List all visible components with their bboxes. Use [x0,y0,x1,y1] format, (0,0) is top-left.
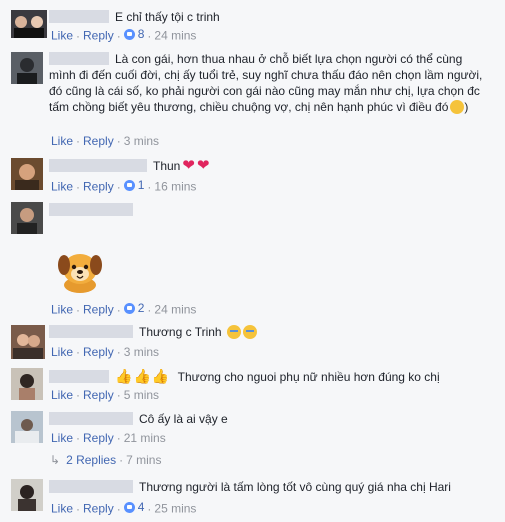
comment-text: Thương người là tấm lòng tốt vô cùng quý… [139,480,451,494]
crying-emoji-icon [242,325,257,339]
comment-actions: Like · Reply · 3 mins [51,134,160,148]
comment-actions: Like · Reply · 3 mins [51,345,160,359]
redacted-author [49,480,133,493]
comment-actions: Like · Reply · 4 · 25 mins [51,499,197,516]
thumbs-up-emoji-icon: 👍 [133,368,151,384]
redacted-author [49,203,133,216]
comment-actions: Like · Reply · 5 mins [51,388,160,402]
redacted-author [49,52,109,65]
redacted-author [49,159,147,172]
like-button[interactable]: Like [51,431,73,445]
replies-link[interactable]: 2 Replies [66,453,116,467]
timestamp[interactable]: 5 mins [124,388,159,402]
comment-body: Thun ❤ ❤ [49,158,489,174]
reply-button[interactable]: Reply [83,303,114,317]
replies-timestamp: 7 mins [126,453,162,467]
comment-text: Cô ấy là ai vậy e [139,412,228,426]
thumbs-up-icon [123,302,135,314]
avatar[interactable] [11,158,43,190]
comment-body [49,202,139,218]
comment-text: Là con gái, hơn thua nhau ở chỗ biết lựa… [49,52,483,114]
crying-emoji-icon [226,325,241,339]
like-count[interactable]: 8 [123,26,144,42]
thumbs-up-emoji-icon: 👍 [151,368,170,384]
dog-sticker [55,243,105,295]
reply-button[interactable]: Reply [83,431,114,445]
avatar[interactable] [11,325,45,359]
avatar[interactable] [11,202,43,234]
timestamp[interactable]: 25 mins [154,502,196,516]
reply-button[interactable]: Reply [83,180,114,194]
redacted-author [49,412,133,425]
reply-button[interactable]: Reply [83,345,114,359]
redacted-author [49,370,109,383]
like-button[interactable]: Like [51,345,73,359]
avatar[interactable] [11,411,43,443]
avatar[interactable] [11,479,43,511]
comment-text: Thương cho nguoi phụ nữ nhiều hơn đúng k… [177,370,440,384]
timestamp[interactable]: 3 mins [124,134,159,148]
timestamp[interactable]: 24 mins [154,303,196,317]
avatar[interactable] [11,52,43,84]
redacted-author [49,10,109,23]
reply-button[interactable]: Reply [83,388,114,402]
comment-actions: Like · Reply · 1 · 16 mins [51,177,197,194]
thumbs-up-icon [123,501,135,513]
heart-icon: ❤ [196,157,210,174]
comment-text: Thun [153,159,181,173]
comment-body: E chỉ thấy tội c trinh [49,9,489,25]
comment-text: E chỉ thấy tội c trinh [115,10,220,24]
comment-body: Thương c Trinh [49,324,489,340]
avatar[interactable] [11,368,43,400]
like-button[interactable]: Like [51,502,73,516]
comment-text: Thương c Trinh [139,325,222,339]
smile-emoji-icon [450,100,465,114]
comment-actions: Like · Reply · 8 · 24 mins [51,26,197,43]
comment-body: Thương người là tấm lòng tốt vô cùng quý… [49,479,489,495]
like-button[interactable]: Like [51,29,73,43]
like-button[interactable]: Like [51,303,73,317]
comment-thread: E chỉ thấy tội c trinh Like · Reply · 8 · 24 m… [0,0,505,522]
comment-body: Là con gái, hơn thua nhau ở chỗ biết lựa… [49,52,483,114]
reply-button[interactable]: Reply [83,502,114,516]
redacted-author [49,325,133,338]
comment-body: 👍👍👍 Thương cho nguoi phụ nữ nhiều hơn đú… [49,368,489,385]
reply-button[interactable]: Reply [83,134,114,148]
like-button[interactable]: Like [51,388,73,402]
thumbs-up-icon [123,28,135,40]
reply-arrow-icon: ↳ [50,453,61,467]
timestamp[interactable]: 21 mins [124,431,166,445]
thumbs-up-emoji-icon: 👍 [115,368,133,384]
reply-button[interactable]: Reply [83,29,114,43]
like-count[interactable]: 4 [123,499,144,515]
like-button[interactable]: Like [51,180,73,194]
like-count[interactable]: 2 [123,300,144,316]
timestamp[interactable]: 16 mins [154,180,196,194]
avatar[interactable] [11,10,47,38]
thumbs-up-icon [123,179,135,191]
timestamp[interactable]: 24 mins [154,29,196,43]
heart-icon: ❤ [182,157,195,174]
comment-actions: Like · Reply · 2 · 24 mins [51,300,197,317]
comment-actions: Like · Reply · 21 mins [51,431,166,445]
like-button[interactable]: Like [51,134,73,148]
view-replies[interactable]: ↳ 2 Replies · 7 mins [50,453,161,467]
like-count[interactable]: 1 [123,177,144,193]
comment-body: Cô ấy là ai vậy e [49,411,489,427]
timestamp[interactable]: 3 mins [124,345,159,359]
